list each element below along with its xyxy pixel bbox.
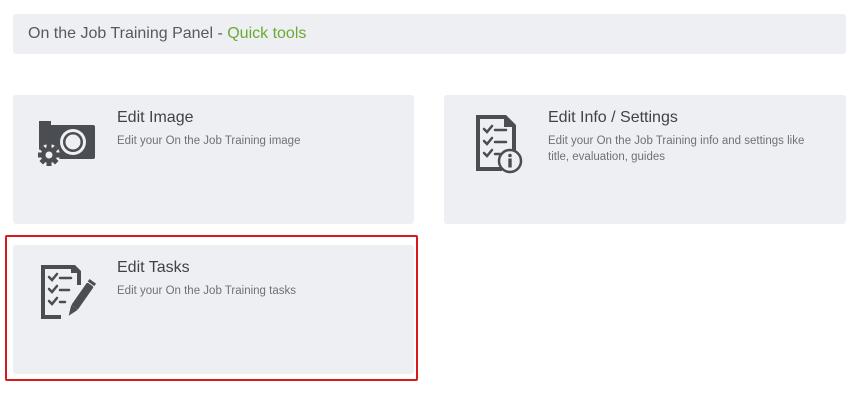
edit-info-settings-title: Edit Info / Settings xyxy=(548,109,678,126)
panel-title: On the Job Training Panel xyxy=(28,25,214,42)
camera-gear-icon xyxy=(35,111,99,175)
edit-image-card[interactable]: Edit Image Edit your On the Job Training… xyxy=(13,95,414,224)
checklist-info-icon xyxy=(466,111,530,175)
edit-image-title: Edit Image xyxy=(117,109,194,126)
edit-tasks-title: Edit Tasks xyxy=(117,259,190,276)
title-separator: - xyxy=(213,25,228,42)
edit-info-settings-card[interactable]: Edit Info / Settings Edit your On the Jo… xyxy=(444,95,846,224)
edit-tasks-card[interactable]: Edit Tasks Edit your On the Job Training… xyxy=(13,245,414,374)
edit-info-settings-description: Edit your On the Job Training info and s… xyxy=(548,135,805,163)
edit-image-description: Edit your On the Job Training image xyxy=(117,135,301,147)
quick-tools-label: Quick tools xyxy=(227,25,307,42)
checklist-pen-icon xyxy=(35,261,99,325)
panel-header: On the Job Training Panel - Quick tools xyxy=(13,14,846,54)
edit-tasks-description: Edit your On the Job Training tasks xyxy=(117,285,296,297)
